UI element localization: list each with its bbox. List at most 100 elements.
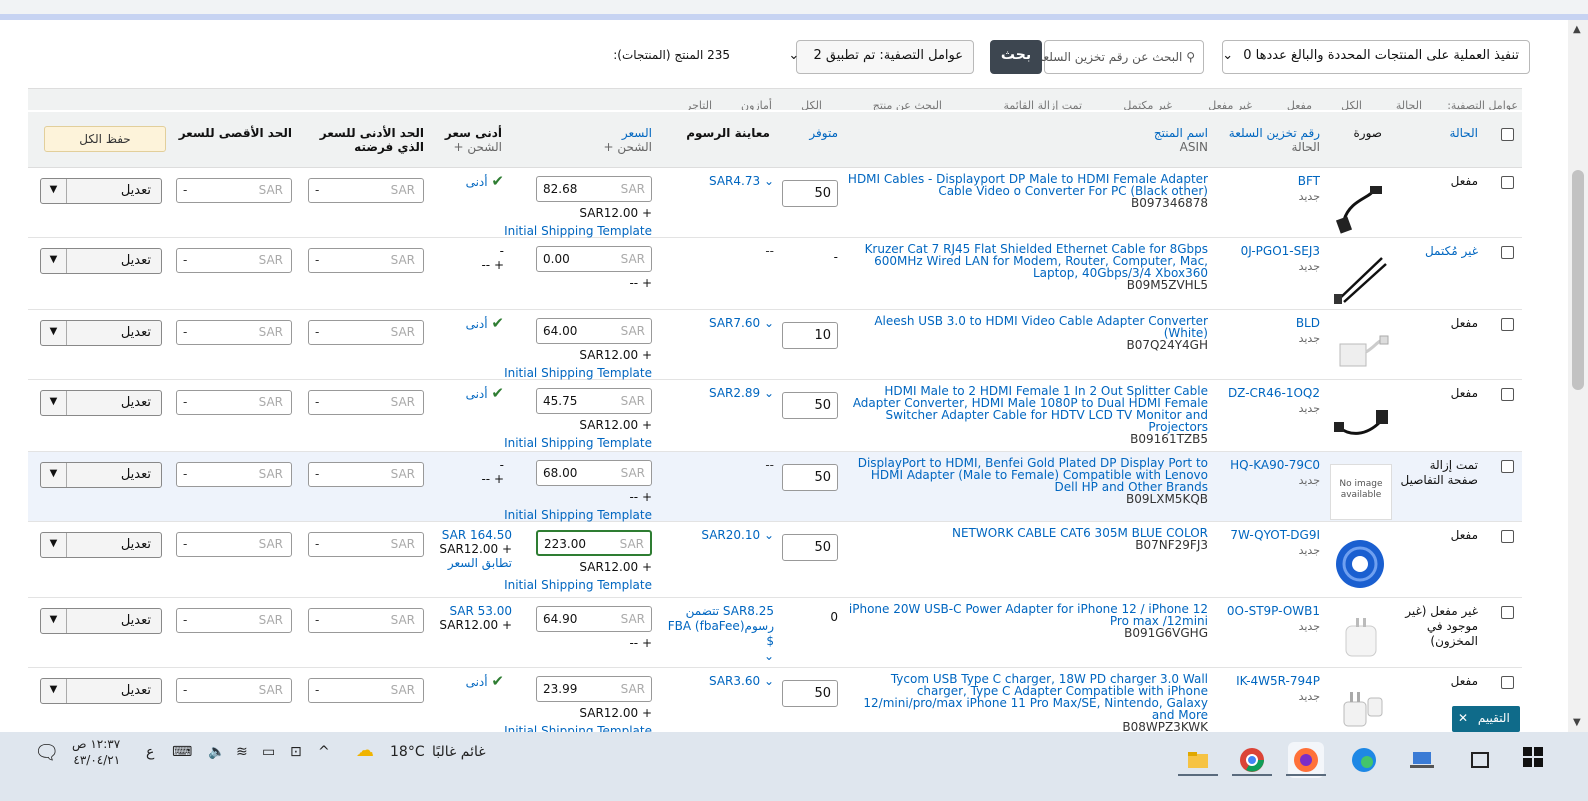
price-input[interactable]: SAR 68.00: [536, 460, 652, 486]
chevron-down-icon[interactable]: ▼: [41, 249, 67, 273]
product-thumbnail[interactable]: [1330, 322, 1392, 378]
price-input[interactable]: SAR 64.90: [536, 606, 652, 632]
row-title[interactable]: HDMI Male to 2 HDMI Female 1 In 2 Out Sp…: [846, 385, 1208, 445]
price-input[interactable]: SAR 82.68: [536, 176, 652, 202]
row-sku[interactable]: BFT جديد: [1220, 174, 1320, 204]
no-image-placeholder[interactable]: No image available: [1330, 464, 1392, 520]
camera-icon[interactable]: ⊡: [290, 744, 302, 760]
scrollbar-thumb[interactable]: [1572, 170, 1584, 390]
vertical-scrollbar[interactable]: ▲ ▼: [1568, 20, 1588, 732]
file-explorer-icon[interactable]: [1180, 742, 1216, 778]
max-price-input[interactable]: SAR -: [176, 608, 292, 633]
fee-preview[interactable]: SAR8.25 تتضمن رسوم(fbaFee) FBA $ ⌄: [662, 604, 774, 664]
price-input[interactable]: SAR 23.99: [536, 676, 652, 702]
row-sku[interactable]: 0J-PGO1-SEJ3 جديد: [1220, 244, 1320, 274]
quantity-input[interactable]: 50: [782, 680, 838, 707]
fee-preview[interactable]: SAR3.60 ⌄: [662, 674, 774, 689]
temperature[interactable]: 18°C: [390, 744, 425, 760]
row-checkbox[interactable]: [1501, 388, 1514, 401]
shipping-template-link[interactable]: Initial Shipping Template: [492, 576, 652, 594]
edge-browser-icon[interactable]: [1346, 742, 1382, 778]
chevron-down-icon[interactable]: ▼: [41, 391, 67, 415]
quantity-input[interactable]: 50: [782, 464, 838, 491]
chevron-down-icon[interactable]: ▼: [41, 179, 67, 203]
chevron-up-icon[interactable]: ^: [318, 744, 330, 760]
edit-button[interactable]: تعديل ▼: [40, 178, 162, 204]
task-view-icon[interactable]: [1462, 742, 1498, 778]
max-price-input[interactable]: SAR -: [176, 248, 292, 273]
row-sku[interactable]: DZ-CR46-1OQ2 جديد: [1220, 386, 1320, 416]
edit-button[interactable]: تعديل ▼: [40, 462, 162, 488]
select-all-checkbox[interactable]: [1501, 128, 1514, 141]
filters-dropdown[interactable]: عوامل التصفية: تم تطبيق 2 ⌄: [788, 40, 974, 74]
row-sku[interactable]: 0O-ST9P-OWB1 جديد: [1220, 604, 1320, 634]
shipping-template-link[interactable]: Initial Shipping Template: [492, 434, 652, 452]
filter-option-amazon[interactable]: أمازون: [741, 99, 772, 110]
price-input[interactable]: SAR 45.75: [536, 388, 652, 414]
search-button[interactable]: بحث: [990, 40, 1042, 74]
fee-preview[interactable]: SAR4.73 ⌄: [662, 174, 774, 189]
quantity-input[interactable]: 50: [782, 392, 838, 419]
price-input-focused[interactable]: SAR 223.00: [536, 530, 652, 556]
search-input[interactable]: ⚲ البحث عن رقم تخزين السلعة أو رقم: [1001, 40, 1204, 74]
firefox-icon[interactable]: [1288, 742, 1324, 778]
clock[interactable]: ١٢:٣٧ ص ٤٣/٠٤/٢١: [72, 736, 120, 768]
fee-preview[interactable]: SAR20.10 ⌄: [662, 528, 774, 543]
row-checkbox[interactable]: [1501, 176, 1514, 189]
product-thumbnail[interactable]: [1330, 610, 1392, 666]
edit-button[interactable]: تعديل ▼: [40, 248, 162, 274]
row-checkbox[interactable]: [1501, 460, 1514, 473]
notification-icon[interactable]: 🗨: [34, 740, 59, 764]
max-price-input[interactable]: SAR -: [176, 178, 292, 203]
max-price-input[interactable]: SAR -: [176, 390, 292, 415]
product-thumbnail[interactable]: [1330, 680, 1392, 732]
input-language[interactable]: ع: [146, 744, 154, 760]
product-thumbnail[interactable]: [1330, 250, 1392, 306]
weather-cloud-icon[interactable]: ☁: [356, 740, 374, 761]
battery-icon[interactable]: ▭: [262, 744, 275, 760]
fee-preview[interactable]: SAR7.60 ⌄: [662, 316, 774, 331]
row-sku[interactable]: HQ-KA90-79C0 جديد: [1220, 458, 1320, 488]
max-price-input[interactable]: SAR -: [176, 320, 292, 345]
row-title[interactable]: HDMI Cables - Displayport DP Male to HDM…: [846, 173, 1208, 209]
edit-button[interactable]: تعديل ▼: [40, 320, 162, 346]
filter-option-merchant[interactable]: التاجر: [686, 99, 712, 110]
quantity-input[interactable]: 10: [782, 322, 838, 349]
windows-start-icon[interactable]: [1522, 746, 1544, 768]
row-checkbox[interactable]: [1501, 676, 1514, 689]
row-title[interactable]: Kruzer Cat 7 RJ45 Flat Shielded Ethernet…: [846, 243, 1208, 291]
product-thumbnail[interactable]: [1330, 180, 1392, 236]
row-status[interactable]: غير مُكتمل: [1398, 244, 1478, 259]
row-sku[interactable]: BLD جديد: [1220, 316, 1320, 346]
filter-option-all-2[interactable]: الكل: [801, 99, 822, 110]
row-sku[interactable]: 7W-QYOT-DG9I جديد: [1220, 528, 1320, 558]
lowest-price-value[interactable]: SAR 164.50: [442, 528, 512, 542]
row-checkbox[interactable]: [1501, 530, 1514, 543]
col-status[interactable]: الحالة: [1450, 126, 1478, 140]
filter-option-status[interactable]: الحالة: [1396, 99, 1422, 110]
edit-button[interactable]: تعديل ▼: [40, 608, 162, 634]
row-title[interactable]: iPhone 20W USB-C Power Adapter for iPhon…: [846, 603, 1208, 639]
product-thumbnail[interactable]: [1330, 392, 1392, 448]
price-input[interactable]: SAR 0.00: [536, 246, 652, 272]
edit-button[interactable]: تعديل ▼: [40, 678, 162, 704]
row-checkbox[interactable]: [1501, 606, 1514, 619]
chevron-down-icon[interactable]: ▼: [41, 533, 67, 557]
weather-text[interactable]: غائم غالبًا: [432, 744, 486, 760]
bulk-action-select[interactable]: تنفيذ العملية على المنتجات المحددة والبا…: [1222, 40, 1530, 74]
min-price-input[interactable]: SAR -: [308, 462, 424, 487]
chevron-down-icon[interactable]: ▼: [41, 609, 67, 633]
min-price-input[interactable]: SAR -: [308, 248, 424, 273]
filter-option-search[interactable]: البحث عن منتج: [873, 99, 942, 110]
match-price-link[interactable]: تطابق السعر: [448, 556, 512, 570]
lowest-price-value[interactable]: SAR 53.00: [449, 604, 512, 618]
fee-preview[interactable]: SAR2.89 ⌄: [662, 386, 774, 401]
min-price-input[interactable]: SAR -: [308, 678, 424, 703]
filter-option-inactive[interactable]: غير مفعل: [1208, 99, 1252, 110]
min-price-input[interactable]: SAR -: [308, 532, 424, 557]
volume-icon[interactable]: 🔈: [208, 744, 225, 760]
save-all-button[interactable]: حفظ الكل: [44, 126, 166, 152]
row-title[interactable]: NETWORK CABLE CAT6 305M BLUE COLOR B07NF2…: [846, 527, 1208, 551]
max-price-input[interactable]: SAR -: [176, 678, 292, 703]
col-sku[interactable]: رقم تخزين السلعة الحالة: [1229, 126, 1320, 154]
